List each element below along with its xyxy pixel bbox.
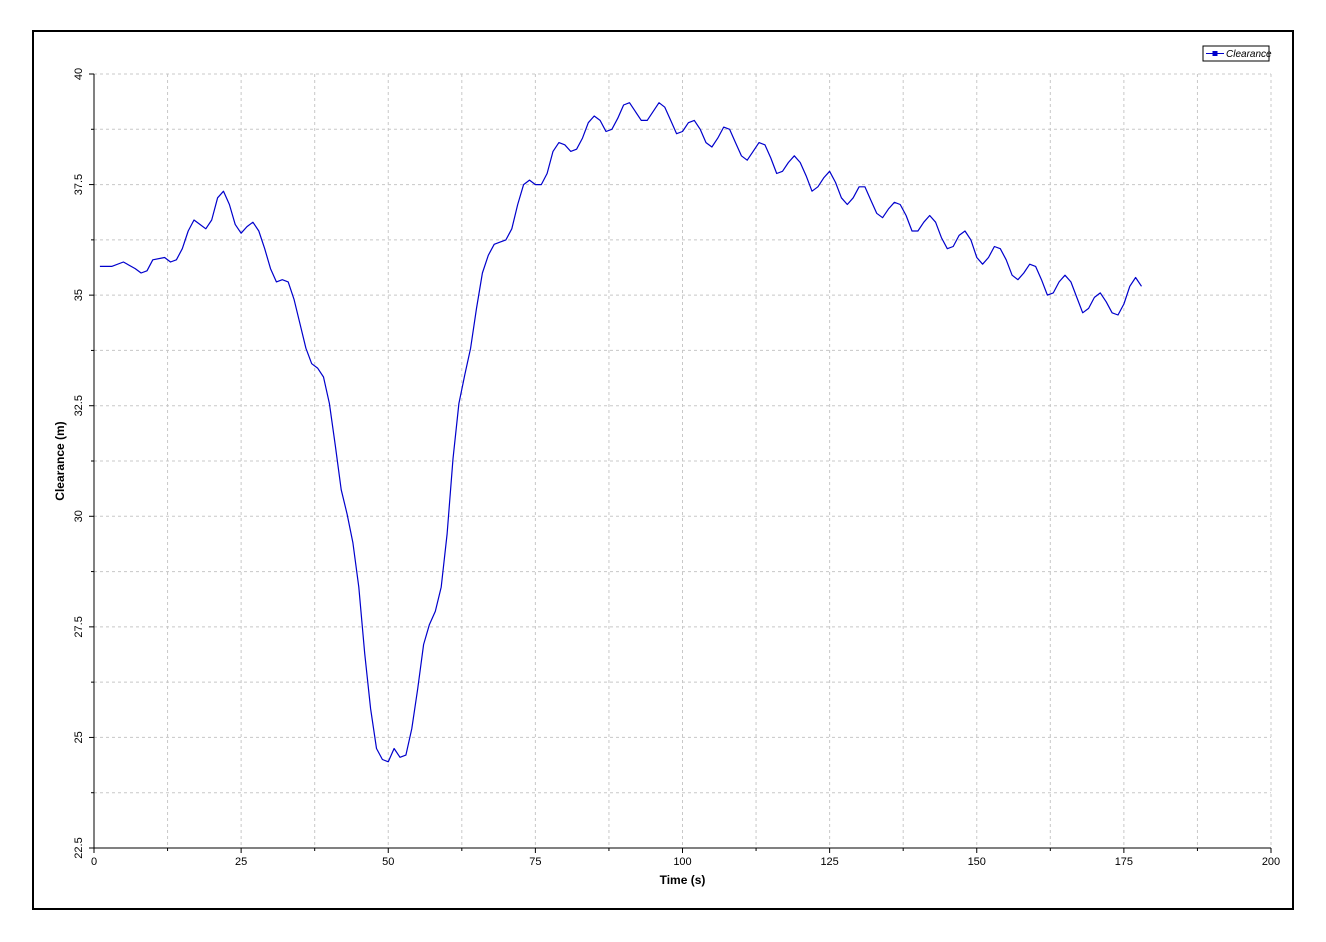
y-tick-label: 37.5 — [73, 174, 85, 195]
line-chart: 0 25 50 75 100 125 150 175 200 22.5 25 27.5 30 32.5 3… — [53, 45, 1280, 887]
x-tick-label: 50 — [382, 856, 394, 868]
y-tick-label: 27.5 — [73, 616, 85, 637]
y-tick-label: 25 — [73, 731, 85, 743]
x-tick-label: 25 — [235, 856, 247, 868]
y-tick-label: 32.5 — [73, 395, 85, 416]
x-tick-label: 200 — [1262, 856, 1280, 868]
x-tick-label: 75 — [529, 856, 541, 868]
x-ticks: 0 25 50 75 100 125 150 175 200 — [91, 848, 1280, 868]
legend: Clearance — [1202, 45, 1272, 62]
x-tick-label: 125 — [820, 856, 838, 868]
y-tick-label: 30 — [73, 510, 85, 522]
x-tick-label: 150 — [968, 856, 986, 868]
series-line-0 — [99, 102, 1142, 763]
y-tick-label: 35 — [73, 289, 85, 301]
y-tick-label: 22.5 — [73, 837, 85, 858]
y-ticks: 22.5 25 27.5 30 32.5 35 37.5 40 — [73, 68, 94, 859]
x-tick-label: 175 — [1115, 856, 1133, 868]
grid — [94, 73, 1272, 848]
legend-swatch-marker — [1212, 51, 1218, 56]
y-tick-label: 40 — [73, 68, 85, 80]
y-axis-title: Clearance (m) — [53, 421, 67, 500]
x-axis-title: Time (s) — [660, 873, 706, 887]
chart-frame: 0 25 50 75 100 125 150 175 200 22.5 25 27.5 30 32.5 3… — [32, 30, 1294, 910]
x-tick-label: 100 — [673, 856, 691, 868]
series-layer — [99, 102, 1142, 763]
legend-label: Clearance — [1226, 49, 1272, 60]
x-tick-label: 0 — [91, 856, 97, 868]
